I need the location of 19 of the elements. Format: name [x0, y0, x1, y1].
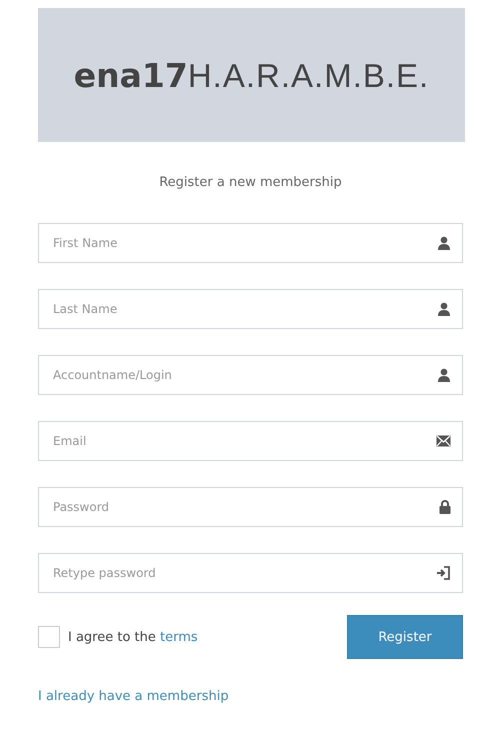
terms-link[interactable]: terms: [160, 630, 198, 644]
agree-label: I agree to the terms: [68, 630, 198, 644]
user-icon: [437, 368, 451, 382]
input-field[interactable]: Password: [38, 487, 463, 527]
input-field[interactable]: Email: [38, 421, 463, 461]
membership-link[interactable]: I already have a membership: [38, 689, 229, 704]
user-icon: [437, 236, 451, 250]
input-field[interactable]: Last Name: [38, 289, 463, 329]
lock-icon: [439, 500, 451, 514]
input-field[interactable]: Retype password: [38, 553, 463, 593]
input-field[interactable]: First Name: [38, 223, 463, 263]
logo: ena17H.A.R.A.M.B.E.: [74, 56, 430, 94]
envelope-icon: [436, 435, 451, 447]
form-title: Register a new membership: [158, 175, 343, 190]
user-icon: [437, 302, 451, 316]
input-field[interactable]: Accountname/Login: [38, 355, 463, 395]
register-button[interactable]: Register: [347, 615, 463, 659]
agree-checkbox[interactable]: [38, 626, 60, 648]
sign-in-icon: [436, 566, 451, 580]
